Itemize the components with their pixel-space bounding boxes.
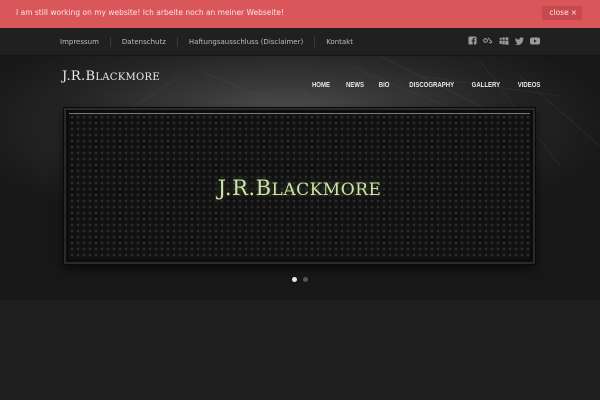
top-links: Impressum Datenschutz Haftungsausschluss… (49, 28, 364, 56)
close-icon: × (570, 8, 577, 17)
nav-gallery[interactable]: GALLERY (472, 82, 501, 89)
main-nav: HOME NEWS BIO DISCOGRAPHY GALLERY VIDEOS (309, 82, 540, 89)
top-link-disclaimer[interactable]: Haftungsausschluss (Disclaimer) (176, 37, 314, 47)
top-link-kontakt[interactable]: Kontakt (314, 37, 364, 47)
nav-news[interactable]: NEWS (346, 82, 364, 89)
twitter-icon[interactable] (515, 36, 524, 45)
notice-bar: I am still working on my website! Ich ar… (0, 0, 600, 28)
slide-mesh-banner: J.R.BLACKMORE (69, 113, 530, 259)
facebook-icon[interactable] (468, 36, 477, 45)
lastfm-icon[interactable] (483, 37, 493, 44)
slide-title-surname: LACKMORE (271, 180, 382, 200)
myspace-icon[interactable] (499, 36, 509, 45)
nav-discography[interactable]: DISCOGRAPHY (410, 82, 455, 89)
close-button[interactable]: close × (542, 6, 582, 20)
slider-dots (292, 277, 308, 282)
social-icons (468, 36, 540, 45)
slider-dot-2[interactable] (303, 277, 308, 282)
notice-text: I am still working on my website! Ich ar… (16, 8, 285, 17)
slide-title: J.R.BLACKMORE (69, 176, 530, 200)
slider-dot-1[interactable] (292, 277, 297, 282)
nav-videos[interactable]: VIDEOS (517, 82, 540, 89)
page-content (0, 300, 600, 400)
logo-initials: J.R.B (62, 69, 96, 84)
logo-surname: LACKMORE (95, 72, 160, 83)
site-header: J.R.BLACKMORE HOME NEWS BIO DISCOGRAPHY … (0, 56, 600, 300)
nav-bio[interactable]: BIO (379, 82, 390, 89)
close-label: close (549, 8, 569, 17)
hero-slider[interactable]: J.R.BLACKMORE (64, 108, 535, 264)
site-logo[interactable]: J.R.BLACKMORE (62, 69, 160, 84)
slide-title-initials: J.R.B (217, 176, 272, 200)
youtube-icon[interactable] (530, 37, 540, 45)
top-bar: Impressum Datenschutz Haftungsausschluss… (0, 28, 600, 56)
top-link-datenschutz[interactable]: Datenschutz (109, 37, 177, 47)
nav-home[interactable]: HOME (312, 82, 330, 89)
top-link-impressum[interactable]: Impressum (49, 37, 110, 47)
